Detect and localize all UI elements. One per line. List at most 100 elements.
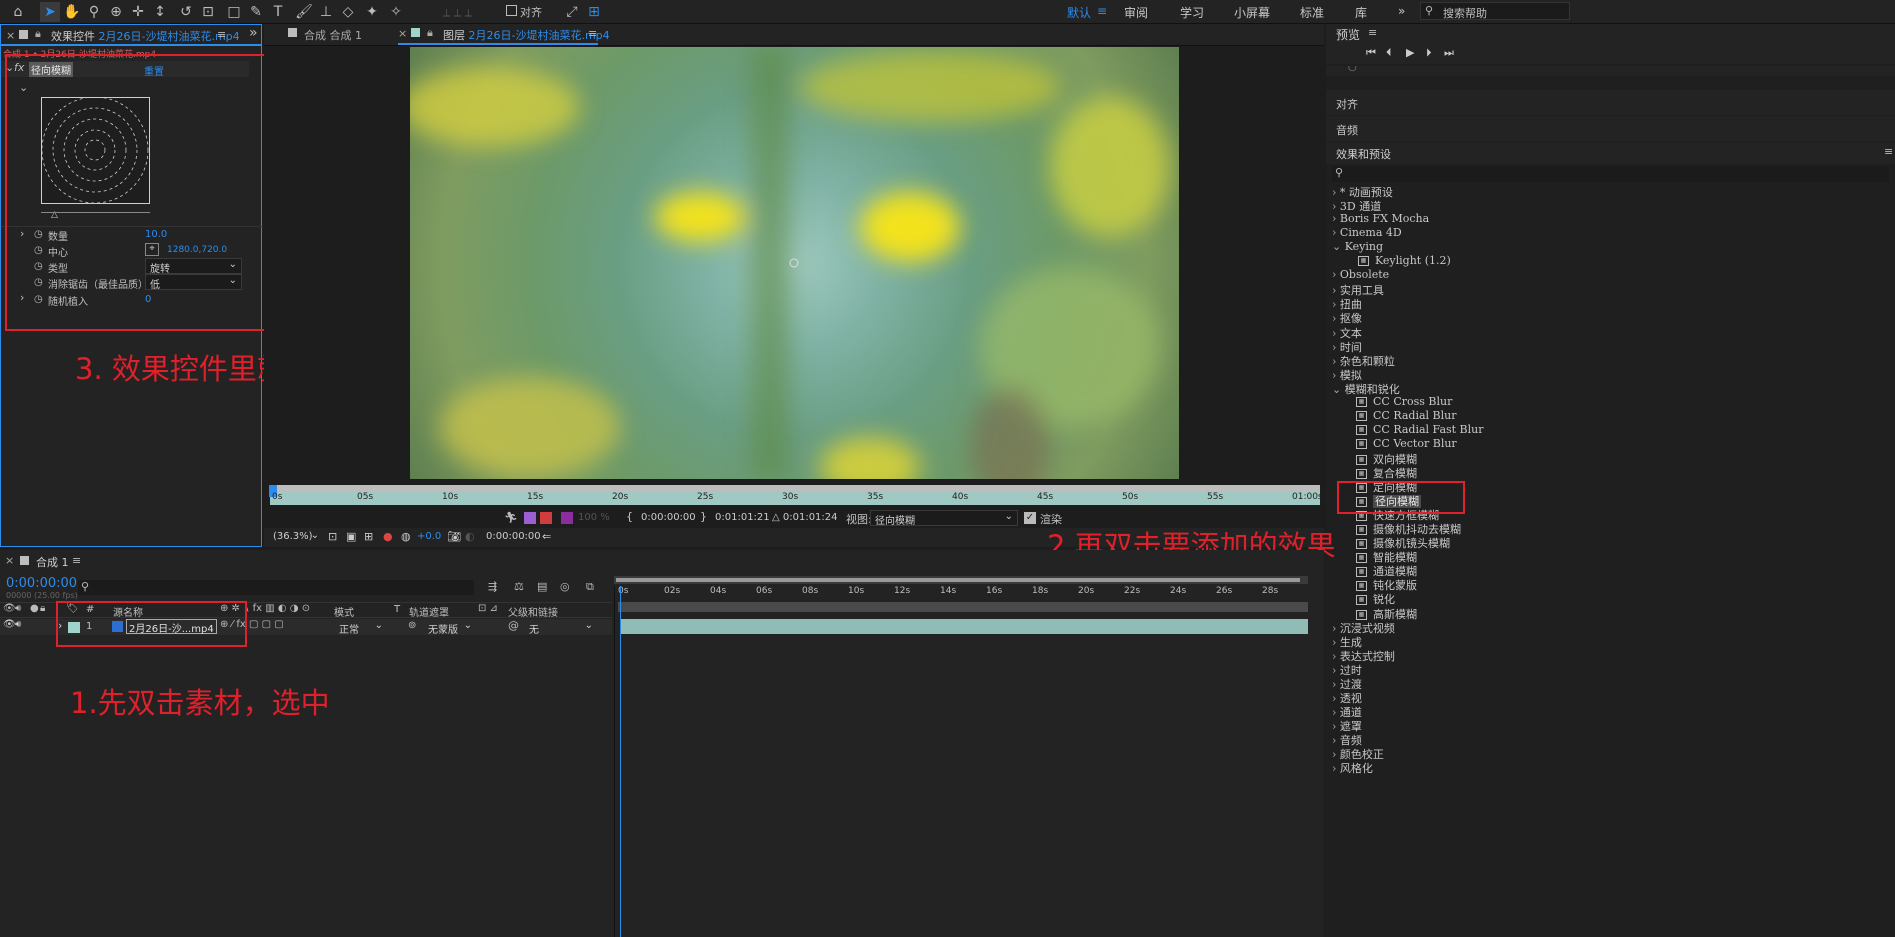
graph-editor-icon[interactable]: ⧉ [586,580,594,594]
orbit-tool-icon[interactable]: ⊕ [106,2,126,22]
panel-menu-icon[interactable]: ≡ [588,27,597,40]
toggle-mask-icon[interactable]: ▣ [346,530,356,543]
track-matte-select[interactable]: 无蒙版 ⌄ [423,619,475,636]
chevron-right-icon[interactable]: › [1332,734,1340,747]
playhead-line[interactable] [620,586,621,937]
timeline-timecode[interactable]: 0:00:00:00 [6,576,77,591]
view-select[interactable]: 径向模糊 ⌄ [870,510,1018,527]
roto-tool-icon[interactable]: ✦ [362,2,382,22]
brush-tool-icon[interactable]: 🖌 [294,2,314,22]
layer-duration-bar[interactable] [620,619,1308,634]
chevron-right-icon[interactable]: › [1332,298,1340,311]
effect-category[interactable]: › Obsolete [1332,268,1389,281]
effect-controls-tab[interactable]: 效果控件 2月26日-沙堤村油菜花.mp4 [51,28,240,44]
work-area[interactable] [618,602,1308,612]
chevron-right-icon[interactable]: › [1332,369,1340,382]
effect-item[interactable]: ▦ Keylight (1.2) [1358,254,1451,267]
stamp-tool-icon[interactable]: ⊥ [316,2,336,22]
mode-icon[interactable] [524,512,536,524]
channel-icon[interactable]: ● [383,530,393,543]
panel-menu-icon[interactable]: ≡ [1884,145,1893,158]
play-icon[interactable]: ▶ [1406,46,1414,59]
chevron-right-icon[interactable]: › [1332,341,1340,354]
workspace-review[interactable]: 审阅 [1124,4,1148,21]
panel-menu-icon[interactable]: ≡ [1368,26,1377,39]
pen-tool-icon[interactable]: ✎ [246,2,266,22]
safe-margins-icon[interactable]: ⊡ [328,530,337,543]
visibility-icon[interactable]: 👁︎ [3,619,16,630]
chevron-right-icon[interactable]: › [1332,762,1340,775]
color-manage-icon[interactable]: ◍ [401,530,411,543]
chevron-right-icon[interactable]: › [1332,226,1340,239]
panel-menu-icon[interactable]: ≡ [72,554,81,567]
anchor-tool-icon[interactable]: ⊡ [198,2,218,22]
tab-timeline-comp[interactable]: 合成 1 [36,554,69,570]
first-frame-icon[interactable]: ⏮ [1366,46,1376,60]
workspace-learn[interactable]: 学习 [1180,4,1204,21]
mode-select[interactable]: 正常 ⌄ [334,619,386,636]
solo-icon[interactable]: ● [30,603,39,614]
effect-item[interactable]: ▦ CC Radial Fast Blur [1356,423,1484,436]
workspace-library[interactable]: 库 [1355,4,1367,21]
tab-composition[interactable]: 合成 合成 1 [304,27,362,43]
chevron-down-icon[interactable]: ⌄ [1332,240,1345,253]
chevron-right-icon[interactable]: › [1332,622,1340,635]
close-icon[interactable]: × [5,554,14,567]
motion-blur-icon[interactable]: ◎ [560,580,570,593]
chevron-right-icon[interactable]: › [1332,312,1340,325]
next-frame-icon[interactable]: ⏵ [1426,46,1432,60]
chevron-right-icon[interactable]: › [1332,200,1340,213]
prev-frame-icon[interactable]: ⏴ [1386,46,1392,60]
lock-icon[interactable]: 🔒︎ [35,27,41,41]
audio-section[interactable]: 音频 [1326,116,1895,141]
dolly-tool-icon[interactable]: ↕ [150,2,170,22]
chevron-right-icon[interactable]: › [1332,678,1340,691]
draft-3d-icon[interactable]: ⚖ [514,580,524,593]
zoom-tool-icon[interactable]: ⚲ [84,2,104,22]
effect-category[interactable]: › 风格化 [1332,760,1373,776]
align-section[interactable]: 对齐 [1326,90,1895,115]
preserve-transparency-icon[interactable]: ⊚ [408,620,416,631]
workspace-standard[interactable]: 标准 [1300,4,1324,21]
effects-search-input[interactable]: ⚲ [1332,166,1889,182]
out-point-icon[interactable]: } [700,510,707,523]
puppet-tool-icon[interactable]: ✧ [386,2,406,22]
effect-item[interactable]: ▦ CC Radial Blur [1356,409,1457,422]
rotate-tool-icon[interactable]: ↺ [176,2,196,22]
type-tool-icon[interactable]: T [268,2,288,22]
chevron-right-icon[interactable]: › [1332,664,1340,677]
chevron-right-icon[interactable]: › [1332,186,1340,199]
chevron-right-icon[interactable]: › [1332,692,1340,705]
show-snapshot-icon[interactable]: ◐ [465,530,475,543]
chevron-right-icon[interactable]: › [1332,355,1340,368]
timeline-navigator-bar[interactable] [616,578,1300,582]
expand-panel-icon[interactable]: » [249,25,258,41]
parent-select[interactable]: 无 ⌄ [524,619,596,636]
zoom-select[interactable]: (36.3%) ⌄ [268,529,322,545]
effect-category[interactable]: › Cinema 4D [1332,226,1402,239]
snapshot-icon[interactable]: 📷︎ [447,530,461,543]
lock-icon[interactable]: 🔒︎ [40,603,45,614]
solo-icon[interactable] [540,512,552,524]
effect-item[interactable]: ▦ CC Cross Blur [1356,395,1452,408]
last-frame-icon[interactable]: ⏭ [1444,46,1454,60]
chevron-right-icon[interactable]: › [1332,650,1340,663]
grid-icon[interactable]: ⊞ [364,530,373,543]
eraser-tool-icon[interactable]: ◇ [338,2,358,22]
effect-category[interactable]: › Boris FX Mocha [1332,212,1429,225]
selection-tool-icon[interactable]: ➤ [40,2,60,22]
audio-enable-icon[interactable]: 🔊︎ [15,619,21,630]
chevron-right-icon[interactable]: › [1332,212,1340,225]
chevron-right-icon[interactable]: › [1332,706,1340,719]
snap-grid-icon[interactable]: ⊞ [584,2,604,22]
chevron-right-icon[interactable]: › [1332,327,1340,340]
pan-tool-icon[interactable]: ✛ [128,2,148,22]
transfer-icon[interactable]: ⇐ [542,530,551,543]
snap-checkbox[interactable] [506,5,517,16]
chevron-right-icon[interactable]: › [1332,636,1340,649]
comp-flow-icon[interactable]: ⇶ [488,580,497,593]
pickwhip-icon[interactable]: @ [508,619,519,632]
workspace-small-screen[interactable]: 小屏幕 [1234,4,1270,21]
color-icon[interactable] [561,512,573,524]
close-icon[interactable]: × [6,29,15,42]
